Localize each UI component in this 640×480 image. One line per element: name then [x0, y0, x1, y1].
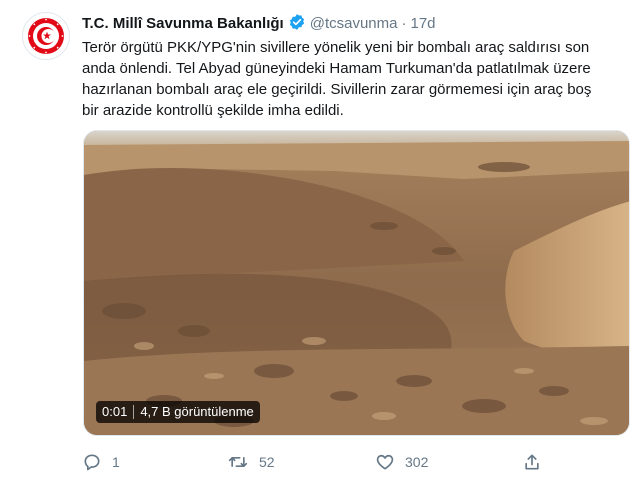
- like-button[interactable]: 302: [375, 452, 428, 472]
- share-icon: [525, 454, 539, 470]
- ministry-logo-icon: [28, 18, 64, 54]
- retweet-count: 52: [259, 454, 275, 470]
- timestamp[interactable]: 17d: [410, 15, 435, 32]
- tweet-text-line: bir arazide kontrollü şekilde imha edild…: [82, 102, 344, 119]
- like-count: 302: [405, 454, 429, 470]
- video-player[interactable]: 0:01 4,7 B görüntülenme: [83, 130, 630, 436]
- reply-button[interactable]: 1: [82, 452, 120, 472]
- retweet-icon: [228, 457, 248, 467]
- separator-dot: ·: [401, 15, 407, 32]
- video-frame-desert-image: [84, 131, 629, 435]
- avatar[interactable]: [22, 12, 70, 60]
- reply-icon: [84, 454, 100, 471]
- badge-divider: [133, 405, 135, 419]
- author-handle[interactable]: @tcsavunma: [310, 15, 398, 32]
- retweet-button[interactable]: 52: [227, 452, 275, 472]
- author-name[interactable]: T.C. Millî Savunma Bakanlığı: [82, 15, 284, 32]
- tweet-header: T.C. Millî Savunma Bakanlığı @tcsavunma · 1…: [82, 13, 436, 37]
- tweet-actions: 1 52 302: [82, 452, 542, 476]
- video-elapsed-time: 0:01: [102, 404, 128, 419]
- tweet-text: Terör örgütü PKK/YPG'nin sivillere yönel…: [82, 37, 630, 121]
- tweet-text-line: anda önlendi. Tel Abyad güneyindeki Hama…: [82, 60, 591, 77]
- share-button[interactable]: [522, 452, 552, 472]
- video-view-count: 4,7 B görüntülenme: [140, 404, 254, 419]
- video-status-badge: 0:01 4,7 B görüntülenme: [96, 401, 260, 423]
- tweet-text-line: Terör örgütü PKK/YPG'nin sivillere yönel…: [82, 39, 590, 56]
- tweet-text-line: hazırlanan bombalı araç ele geçirildi. S…: [82, 81, 592, 98]
- verified-badge-icon: [288, 13, 306, 37]
- reply-count: 1: [112, 454, 120, 470]
- heart-icon: [376, 454, 394, 470]
